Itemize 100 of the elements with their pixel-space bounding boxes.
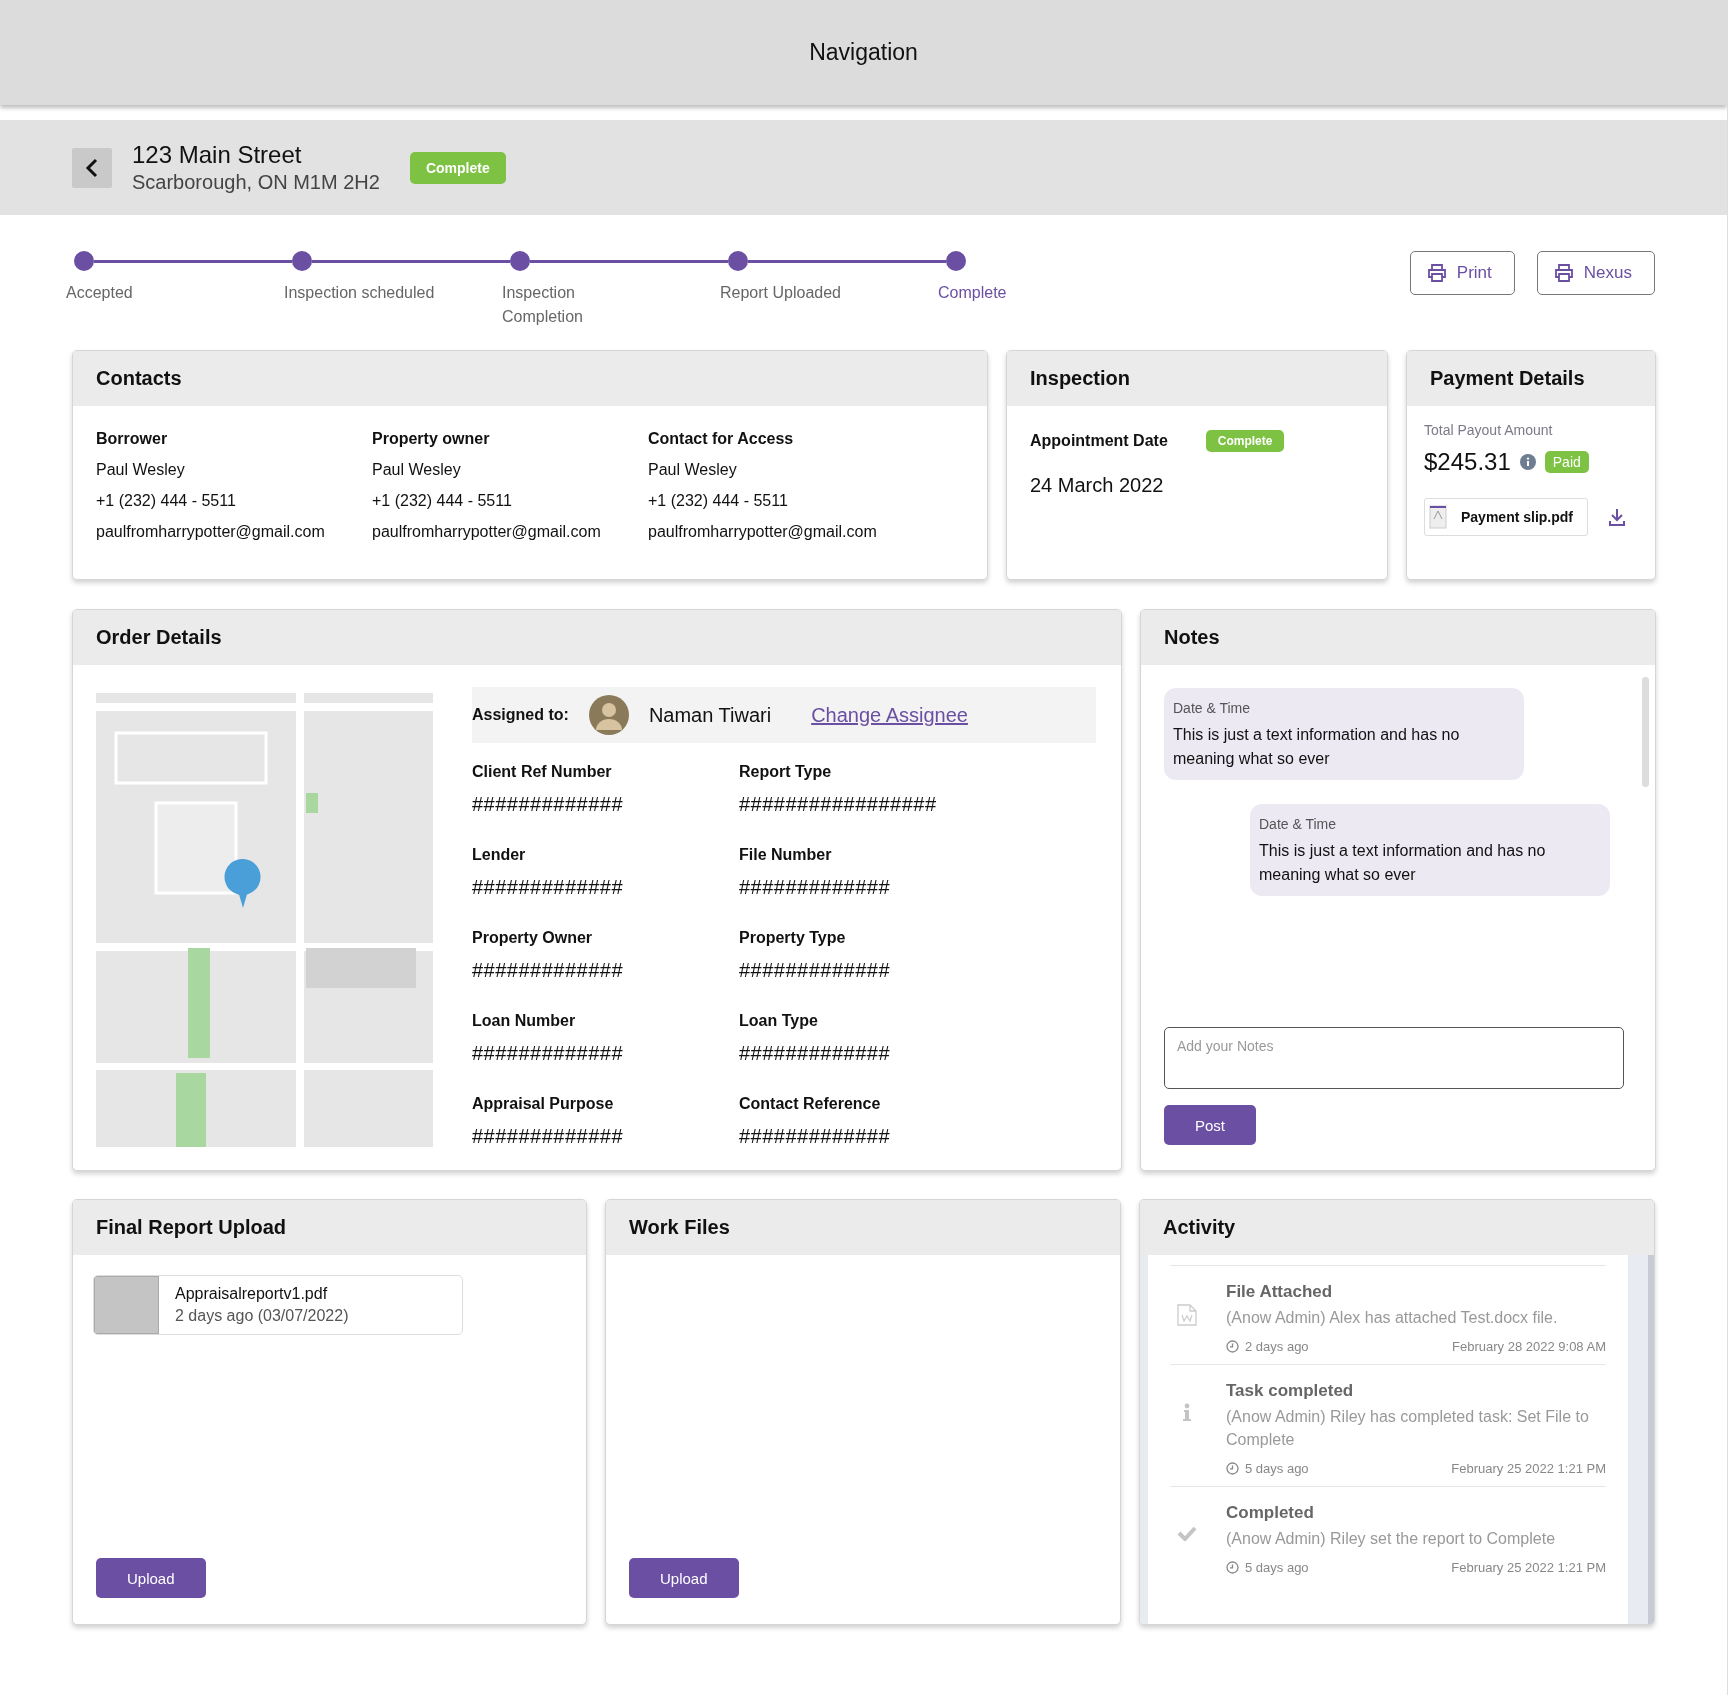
card-title: Contacts bbox=[96, 367, 182, 390]
activity-age: 5 days ago bbox=[1245, 1461, 1309, 1476]
note-time: Date & Time bbox=[1173, 700, 1252, 716]
activity-date: February 25 2022 1:21 PM bbox=[1451, 1461, 1606, 1476]
city-address: Scarborough, ON M1M 2H2 bbox=[132, 171, 380, 194]
appointment-date: 24 March 2022 bbox=[1030, 474, 1165, 497]
contact-email: paulfromharrypotter@gmail.com bbox=[96, 523, 326, 541]
clock-icon bbox=[1226, 1462, 1239, 1475]
note-text: This is just a text information and has no meaning what so ever bbox=[1259, 841, 1547, 885]
activity-title: Completed bbox=[1226, 1503, 1315, 1523]
step-label[interactable]: Report Uploaded bbox=[720, 281, 880, 305]
assigned-label: Assigned to: bbox=[472, 706, 569, 724]
field-label: Lender bbox=[472, 846, 527, 864]
field-value: ############# bbox=[739, 959, 892, 982]
field-label: File Number bbox=[739, 846, 833, 864]
status-badge: Complete bbox=[409, 151, 506, 184]
navigation-title: Navigation bbox=[809, 39, 918, 66]
card-title: Notes bbox=[1164, 626, 1220, 649]
payout-label: Total Payout Amount bbox=[1424, 422, 1554, 438]
activity-title: Task completed bbox=[1226, 1381, 1355, 1401]
chevron-left-icon bbox=[84, 157, 100, 178]
activity-date: February 28 2022 9:08 AM bbox=[1452, 1339, 1606, 1354]
contact-name: Paul Wesley bbox=[96, 461, 186, 479]
step-label[interactable]: Complete bbox=[938, 281, 1048, 305]
appointment-label: Appointment Date bbox=[1030, 432, 1168, 450]
clock-icon bbox=[1226, 1340, 1239, 1353]
card-title: Work Files bbox=[629, 1216, 730, 1239]
printer-icon bbox=[1553, 264, 1574, 282]
scrollbar[interactable] bbox=[1642, 677, 1649, 787]
field-value: ############# bbox=[739, 1042, 892, 1065]
contact-name: Paul Wesley bbox=[648, 461, 738, 479]
file-item[interactable]: Appraisalreportv1.pdf 2 days ago (03/07/2022) bbox=[93, 1275, 463, 1335]
field-label: Client Ref Number bbox=[472, 763, 613, 781]
field-label: Contact Reference bbox=[739, 1095, 882, 1113]
assignee-name: Naman Tiwari bbox=[648, 703, 772, 727]
activity-description: (Anow Admin) Alex has attached Test.docx file. bbox=[1226, 1308, 1559, 1328]
card-title: Activity bbox=[1163, 1216, 1236, 1239]
field-label: Appraisal Purpose bbox=[472, 1095, 615, 1113]
contact-role: Property owner bbox=[372, 430, 491, 448]
contact-email: paulfromharrypotter@gmail.com bbox=[372, 523, 602, 541]
field-label: Report Type bbox=[739, 763, 833, 781]
payout-amount: $245.31 bbox=[1424, 448, 1511, 476]
upload-button[interactable]: Upload bbox=[96, 1558, 206, 1598]
paid-badge: Paid bbox=[1544, 451, 1589, 473]
activity-title: File Attached bbox=[1226, 1282, 1334, 1302]
file-date: 2 days ago (03/07/2022) bbox=[175, 1307, 349, 1325]
field-value: ################# bbox=[739, 793, 938, 816]
step-label[interactable]: Accepted bbox=[66, 281, 176, 305]
field-value: ############# bbox=[739, 876, 892, 899]
field-value: ############# bbox=[739, 1125, 892, 1148]
activity-description: (Anow Admin) Riley has completed task: Set File to Complete bbox=[1226, 1407, 1590, 1450]
field-label: Loan Type bbox=[739, 1012, 819, 1030]
field-value: ############# bbox=[472, 1042, 625, 1065]
status-badge: Complete bbox=[1205, 430, 1285, 452]
checkmark-icon bbox=[1177, 1525, 1197, 1541]
card-title: Final Report Upload bbox=[96, 1216, 286, 1239]
field-value: ############# bbox=[472, 876, 625, 899]
field-label: Property Type bbox=[739, 929, 847, 947]
street-address: 123 Main Street bbox=[132, 141, 303, 169]
field-label: Loan Number bbox=[472, 1012, 577, 1030]
activity-date: February 25 2022 1:21 PM bbox=[1451, 1560, 1606, 1575]
contact-name: Paul Wesley bbox=[372, 461, 462, 479]
document-icon bbox=[1177, 1304, 1197, 1326]
avatar-icon bbox=[588, 695, 629, 735]
note-time: Date & Time bbox=[1259, 816, 1338, 832]
field-value: ############# bbox=[472, 793, 625, 816]
step-label[interactable]: Inspection Completion bbox=[502, 281, 612, 329]
back-button[interactable] bbox=[72, 147, 112, 188]
upload-button[interactable]: Upload bbox=[629, 1558, 739, 1598]
field-label: Property Owner bbox=[472, 929, 594, 947]
print-button[interactable]: Nexus bbox=[1536, 251, 1655, 295]
contact-role: Contact for Access bbox=[648, 430, 795, 448]
activity-age: 5 days ago bbox=[1245, 1560, 1309, 1575]
notes-input[interactable]: Add your Notes bbox=[1164, 1027, 1624, 1089]
contact-email: paulfromharrypotter@gmail.com bbox=[648, 523, 878, 541]
post-button[interactable]: Post bbox=[1164, 1105, 1256, 1145]
change-assignee-link[interactable]: Change Assignee bbox=[811, 703, 968, 727]
info-icon bbox=[1519, 454, 1536, 470]
clock-icon bbox=[1226, 1561, 1239, 1574]
step-label[interactable]: Inspection scheduled bbox=[284, 281, 464, 305]
field-value: ############# bbox=[472, 1125, 625, 1148]
card-title: Order Details bbox=[96, 626, 222, 649]
card-title: Payment Details bbox=[1430, 367, 1585, 390]
scrollbar[interactable] bbox=[1648, 1255, 1654, 1624]
printer-icon bbox=[1426, 264, 1447, 282]
file-chip[interactable]: Payment slip.pdf bbox=[1424, 498, 1589, 536]
contact-phone: +1 (232) 444 - 5511 bbox=[96, 492, 237, 510]
note-text: This is just a text information and has no meaning what so ever bbox=[1173, 725, 1461, 769]
activity-description: (Anow Admin) Riley set the report to Complete bbox=[1226, 1529, 1557, 1549]
print-button[interactable]: Print bbox=[1409, 251, 1515, 295]
pdf-file-icon bbox=[1429, 505, 1447, 529]
contact-phone: +1 (232) 444 - 5511 bbox=[648, 492, 789, 510]
file-thumbnail bbox=[94, 1276, 159, 1334]
contact-role: Borrower bbox=[96, 430, 169, 448]
info-icon bbox=[1182, 1403, 1192, 1421]
file-name: Appraisalreportv1.pdf bbox=[175, 1285, 329, 1303]
contact-phone: +1 (232) 444 - 5511 bbox=[372, 492, 513, 510]
activity-age: 2 days ago bbox=[1245, 1339, 1309, 1354]
card-title: Inspection bbox=[1030, 367, 1130, 390]
download-icon[interactable] bbox=[1608, 508, 1627, 526]
